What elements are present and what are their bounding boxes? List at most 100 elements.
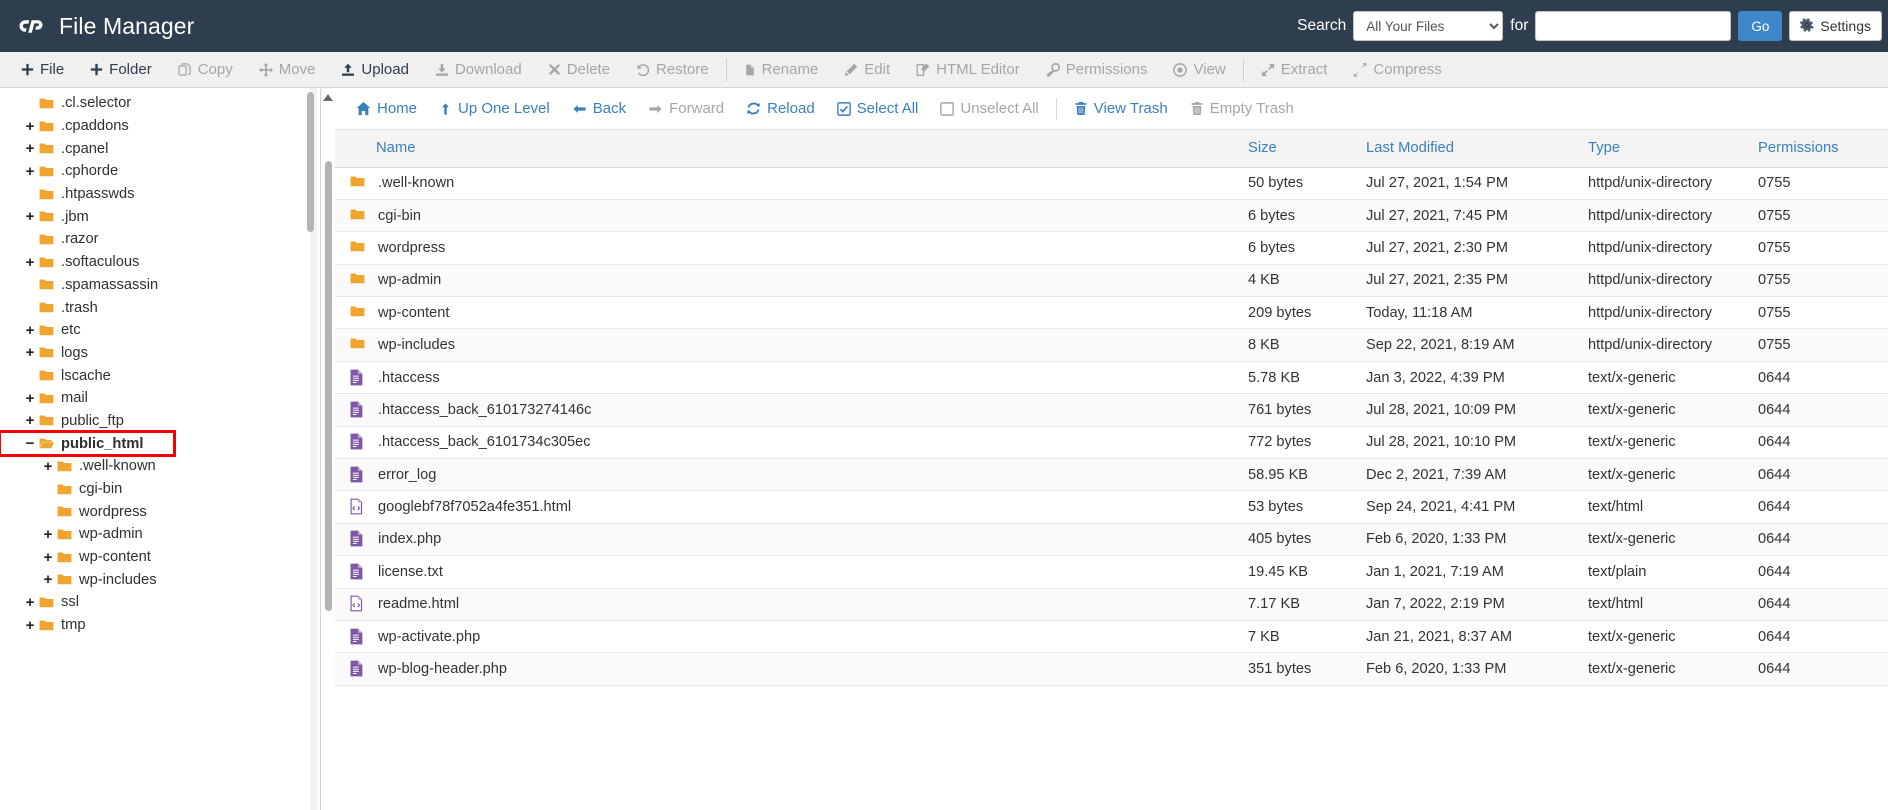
tree-item-well-known[interactable]: + .well-known [0, 455, 320, 478]
folder-icon [56, 459, 73, 474]
file-name-cell[interactable]: .well-known [335, 167, 1248, 200]
nav-select-all-button[interactable]: Select All [826, 100, 930, 117]
expand-toggle-icon[interactable]: + [40, 526, 56, 543]
file-name-cell[interactable]: wp-activate.php [335, 620, 1248, 654]
tree-item-public-ftp[interactable]: + public_ftp [0, 410, 320, 433]
file-table-row[interactable]: wp-activate.php 7 KB Jan 21, 2021, 8:37 AM… [335, 620, 1888, 654]
scroll-up-arrow-icon[interactable] [323, 94, 333, 101]
tree-item-logs[interactable]: + logs [0, 342, 320, 365]
tree-item-etc[interactable]: + etc [0, 319, 320, 342]
tree-item-htpasswds[interactable]: .htpasswds [0, 183, 320, 206]
file-name-cell[interactable]: index.php [335, 523, 1248, 557]
file-table-row[interactable]: .well-known 50 bytes Jul 27, 2021, 1:54 PM… [335, 167, 1888, 200]
tree-item-wordpress[interactable]: wordpress [0, 500, 320, 523]
file-name-cell[interactable]: cgi-bin [335, 199, 1248, 233]
nav-up-one-level-button[interactable]: Up One Level [428, 100, 561, 117]
file-name-cell[interactable]: .htaccess_back_610173274146c [335, 393, 1248, 427]
expand-toggle-icon[interactable]: + [22, 344, 38, 361]
file-table-row[interactable]: .htaccess 5.78 KB Jan 3, 2022, 4:39 PM text… [335, 361, 1888, 395]
column-header-size[interactable]: Size [1248, 130, 1366, 168]
search-go-button[interactable]: Go [1738, 11, 1783, 41]
tree-item-mail[interactable]: + mail [0, 387, 320, 410]
tree-item-cphorde[interactable]: + .cphorde [0, 160, 320, 183]
file-table-row[interactable]: error_log 58.95 KB Dec 2, 2021, 7:39 AM tex… [335, 458, 1888, 492]
expand-toggle-icon[interactable]: + [40, 549, 56, 566]
expand-toggle-icon[interactable]: + [22, 617, 38, 634]
tree-item-wp-content[interactable]: + wp-content [0, 546, 320, 569]
column-header-lastmodified[interactable]: Last Modified [1366, 130, 1588, 168]
tree-item-razor[interactable]: .razor [0, 228, 320, 251]
expand-toggle-icon[interactable]: + [22, 412, 38, 429]
file-table-row[interactable]: readme.html 7.17 KB Jan 7, 2022, 2:19 PM te… [335, 588, 1888, 621]
expand-toggle-icon[interactable]: + [22, 254, 38, 271]
nav-reload-button[interactable]: Reload [735, 100, 826, 117]
file-name-cell[interactable]: wp-content [335, 296, 1248, 330]
file-table-row[interactable]: cgi-bin 6 bytes Jul 27, 2021, 7:45 PM httpd… [335, 199, 1888, 233]
expand-toggle-icon[interactable]: + [22, 118, 38, 135]
tree-item-tmp[interactable]: + tmp [0, 614, 320, 637]
file-table-row[interactable]: googlebf78f7052a4fe351.html 53 bytes Sep 2… [335, 490, 1888, 524]
toolbar-extract-button: Extract [1248, 52, 1341, 88]
tree-item-label: wordpress [79, 503, 147, 520]
column-header-name[interactable]: Name [335, 130, 1248, 168]
html-file-icon [349, 498, 366, 516]
tree-item-cgi-bin[interactable]: cgi-bin [0, 478, 320, 501]
file-table-row[interactable]: wp-admin 4 KB Jul 27, 2021, 2:35 PM httpd/u… [335, 264, 1888, 298]
file-table-row[interactable]: wp-content 209 bytes Today, 11:18 AM httpd/… [335, 296, 1888, 330]
tree-item-ssl[interactable]: + ssl [0, 591, 320, 614]
nav-home-button[interactable]: Home [345, 100, 428, 117]
collapse-toggle-icon[interactable]: − [22, 435, 38, 452]
file-name-cell[interactable]: .htaccess [335, 361, 1248, 395]
tree-item-lscache[interactable]: lscache [0, 364, 320, 387]
tree-item-cpanel[interactable]: + .cpanel [0, 137, 320, 160]
tree-item-cpaddons[interactable]: + .cpaddons [0, 115, 320, 138]
toolbar-folder-button[interactable]: Folder [77, 52, 165, 88]
tree-item-trash[interactable]: .trash [0, 296, 320, 319]
file-list-scrollbar-thumb[interactable] [324, 161, 332, 611]
file-table-row[interactable]: wp-blog-header.php 351 bytes Feb 6, 2020, … [335, 652, 1888, 686]
tree-item-cl-selector[interactable]: .cl.selector [0, 92, 320, 115]
toolbar-upload-button[interactable]: Upload [328, 52, 422, 88]
nav-back-button[interactable]: Back [561, 100, 637, 117]
eye-icon [1173, 62, 1188, 77]
search-scope-select[interactable]: All Your Files [1353, 11, 1504, 41]
file-name-cell[interactable]: googlebf78f7052a4fe351.html [335, 490, 1248, 524]
settings-button[interactable]: Settings [1789, 11, 1882, 41]
expand-toggle-icon[interactable]: + [22, 163, 38, 180]
file-table-row[interactable]: .htaccess_back_610173274146c 761 bytes Jul… [335, 393, 1888, 427]
tree-item-jbm[interactable]: + .jbm [0, 205, 320, 228]
expand-toggle-icon[interactable]: + [40, 458, 56, 475]
file-table-row[interactable]: wordpress 6 bytes Jul 27, 2021, 2:30 PM htt… [335, 231, 1888, 265]
column-header-permissions[interactable]: Permissions [1758, 130, 1888, 168]
expand-toggle-icon[interactable]: + [22, 140, 38, 157]
tree-item-spamassassin[interactable]: .spamassassin [0, 274, 320, 297]
file-name-cell[interactable]: wp-includes [335, 328, 1248, 362]
tree-item-public-html[interactable]: − public_html [0, 430, 176, 457]
tree-item-wp-admin[interactable]: + wp-admin [0, 523, 320, 546]
expand-toggle-icon[interactable]: + [40, 571, 56, 588]
file-table-row[interactable]: index.php 405 bytes Feb 6, 2020, 1:33 PM te… [335, 523, 1888, 557]
file-list-scrollbar[interactable] [321, 88, 335, 810]
expand-toggle-icon[interactable]: + [22, 390, 38, 407]
tree-item-softaculous[interactable]: + .softaculous [0, 251, 320, 274]
file-table-row[interactable]: wp-includes 8 KB Sep 22, 2021, 8:19 AM http… [335, 328, 1888, 362]
file-name-cell[interactable]: error_log [335, 458, 1248, 492]
tree-item-label: lscache [61, 367, 111, 384]
file-table-row[interactable]: license.txt 19.45 KB Jan 1, 2021, 7:19 AM t… [335, 555, 1888, 589]
expand-toggle-icon[interactable]: + [22, 208, 38, 225]
file-name-cell[interactable]: .htaccess_back_6101734c305ec [335, 426, 1248, 460]
folder-icon [56, 550, 73, 565]
expand-toggle-icon[interactable]: + [22, 594, 38, 611]
file-name-cell[interactable]: wp-admin [335, 264, 1248, 298]
nav-view-trash-button[interactable]: View Trash [1063, 100, 1179, 117]
file-name-cell[interactable]: readme.html [335, 588, 1248, 621]
expand-toggle-icon[interactable]: + [22, 322, 38, 339]
search-input[interactable] [1535, 11, 1732, 41]
file-name-cell[interactable]: wp-blog-header.php [335, 652, 1248, 686]
file-name-cell[interactable]: wordpress [335, 231, 1248, 265]
column-header-type[interactable]: Type [1588, 130, 1758, 168]
file-table-row[interactable]: .htaccess_back_6101734c305ec 772 bytes Jul… [335, 426, 1888, 460]
toolbar-file-button[interactable]: File [8, 52, 77, 88]
file-name-cell[interactable]: license.txt [335, 555, 1248, 589]
tree-item-wp-includes[interactable]: + wp-includes [0, 568, 320, 591]
